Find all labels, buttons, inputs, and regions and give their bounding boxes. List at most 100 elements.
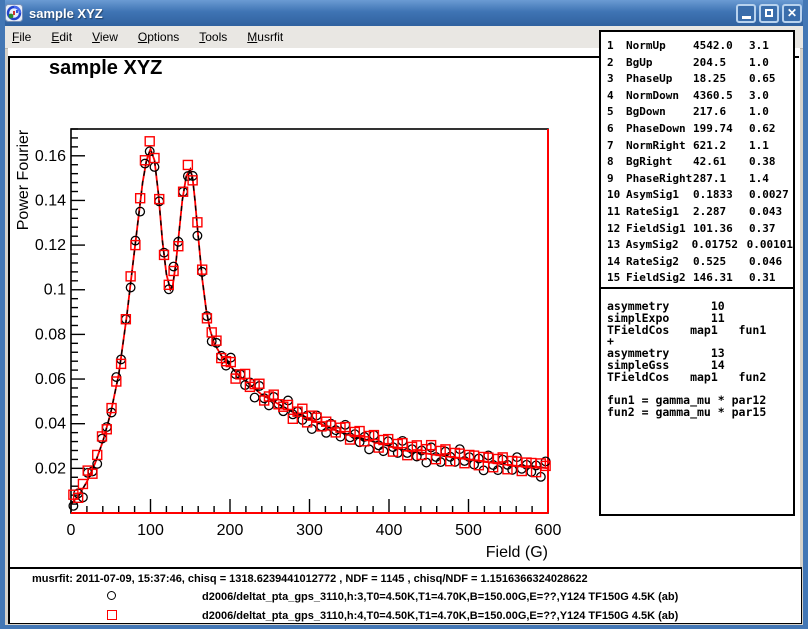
- param-name: PhaseDown: [626, 121, 693, 138]
- param-error: 0.043: [749, 204, 782, 221]
- param-name: BgRight: [626, 154, 693, 171]
- param-value: 0.01752: [692, 237, 747, 254]
- title-bar[interactable]: sample XYZ ✕: [0, 0, 808, 26]
- param-value: 0.525: [693, 254, 749, 271]
- legend-label: d2006/deltat_pta_gps_3110,h:4,T0=4.50K,T…: [202, 610, 678, 622]
- param-row: 5BgDown217.61.0: [607, 104, 793, 121]
- param-error: 1.0: [749, 104, 769, 121]
- param-row: 12FieldSig1101.360.37: [607, 221, 793, 238]
- menu-view[interactable]: View: [84, 27, 126, 47]
- svg-text:100: 100: [137, 522, 164, 539]
- param-row: 4NormDown4360.53.0: [607, 88, 793, 105]
- param-row: 14RateSig20.5250.046: [607, 254, 793, 271]
- param-name: PhaseRight: [626, 171, 693, 188]
- param-value: 204.5: [693, 55, 749, 72]
- svg-text:0.02: 0.02: [35, 460, 66, 477]
- svg-text:0.12: 0.12: [35, 237, 66, 254]
- svg-text:0.1: 0.1: [44, 282, 66, 299]
- svg-text:600: 600: [535, 522, 562, 539]
- param-value: 42.61: [693, 154, 749, 171]
- circle-marker-icon: [107, 591, 116, 600]
- minimize-button[interactable]: [736, 4, 756, 23]
- param-error: 0.31: [749, 270, 776, 287]
- param-value: 621.2: [693, 138, 749, 155]
- param-error: 0.38: [749, 154, 776, 171]
- param-name: BgDown: [626, 104, 693, 121]
- param-error: 1.1: [749, 138, 769, 155]
- param-row: 9PhaseRight287.11.4: [607, 171, 793, 188]
- musrfit-status-line: musrfit: 2011-07-09, 15:37:46, chisq = 1…: [32, 573, 588, 585]
- param-error: 0.00101: [747, 237, 793, 254]
- param-row: 10AsymSig10.18330.0027: [607, 187, 793, 204]
- param-value: 101.36: [693, 221, 749, 238]
- param-num: 1: [607, 38, 626, 55]
- param-row: 3PhaseUp18.250.65: [607, 71, 793, 88]
- theory-line: TFieldCos map1 fun1: [607, 325, 793, 337]
- param-num: 5: [607, 104, 626, 121]
- param-name: AsymSig1: [626, 187, 693, 204]
- param-value: 4542.0: [693, 38, 749, 55]
- svg-text:0.04: 0.04: [35, 416, 66, 433]
- root-logo-icon: [5, 4, 23, 22]
- svg-text:0.06: 0.06: [35, 371, 66, 388]
- param-num: 3: [607, 71, 626, 88]
- svg-text:500: 500: [455, 522, 482, 539]
- param-error: 0.37: [749, 221, 776, 238]
- param-value: 0.1833: [693, 187, 749, 204]
- param-error: 1.4: [749, 171, 769, 188]
- param-row: 11RateSig12.2870.043: [607, 204, 793, 221]
- svg-text:sample XYZ: sample XYZ: [49, 57, 162, 79]
- app-window: sample XYZ ✕ FileEditViewOptionsToolsMus…: [0, 0, 808, 629]
- close-icon: ✕: [787, 7, 797, 19]
- status-legend-box: musrfit: 2011-07-09, 15:37:46, chisq = 1…: [8, 567, 802, 624]
- param-num: 14: [607, 254, 626, 271]
- close-button[interactable]: ✕: [782, 4, 802, 23]
- svg-text:200: 200: [217, 522, 244, 539]
- param-value: 18.25: [693, 71, 749, 88]
- param-name: PhaseUp: [626, 71, 693, 88]
- param-error: 0.0027: [749, 187, 789, 204]
- param-num: 12: [607, 221, 626, 238]
- menu-tools[interactable]: Tools: [191, 27, 235, 47]
- param-value: 287.1: [693, 171, 749, 188]
- param-num: 7: [607, 138, 626, 155]
- param-error: 0.65: [749, 71, 776, 88]
- minimize-icon: [742, 16, 751, 19]
- maximize-button[interactable]: [759, 4, 779, 23]
- param-name: RateSig2: [626, 254, 693, 271]
- window-title: sample XYZ: [29, 6, 103, 21]
- svg-text:Power Fourier: Power Fourier: [15, 129, 32, 230]
- menu-edit[interactable]: Edit: [43, 27, 80, 47]
- legend-label: d2006/deltat_pta_gps_3110,h:3,T0=4.50K,T…: [202, 591, 678, 603]
- legend-row: d2006/deltat_pta_gps_3110,h:3,T0=4.50K,T…: [10, 589, 801, 605]
- param-value: 2.287: [693, 204, 749, 221]
- param-value: 146.31: [693, 270, 749, 287]
- param-name: NormUp: [626, 38, 693, 55]
- svg-text:0.08: 0.08: [35, 326, 66, 343]
- param-name: NormRight: [626, 138, 693, 155]
- param-value: 199.74: [693, 121, 749, 138]
- menu-options[interactable]: Options: [130, 27, 187, 47]
- param-num: 8: [607, 154, 626, 171]
- param-value: 4360.5: [693, 88, 749, 105]
- param-row: 2BgUp204.51.0: [607, 55, 793, 72]
- menu-file[interactable]: File: [4, 27, 39, 47]
- param-num: 6: [607, 121, 626, 138]
- param-name: AsymSig2: [626, 237, 692, 254]
- theory-line: TFieldCos map1 fun2: [607, 372, 793, 384]
- svg-text:Field (G): Field (G): [486, 544, 548, 561]
- param-num: 11: [607, 204, 626, 221]
- svg-text:0.16: 0.16: [35, 148, 66, 165]
- param-error: 0.62: [749, 121, 776, 138]
- param-name: FieldSig2: [626, 270, 693, 287]
- param-row: 7NormRight621.21.1: [607, 138, 793, 155]
- param-num: 9: [607, 171, 626, 188]
- param-row: 8BgRight42.610.38: [607, 154, 793, 171]
- square-marker-icon: [107, 610, 117, 620]
- param-row: 15FieldSig2146.310.31: [607, 270, 793, 287]
- param-num: 13: [607, 237, 626, 254]
- param-name: RateSig1: [626, 204, 693, 221]
- param-row: 13AsymSig20.017520.00101: [607, 237, 793, 254]
- menu-musrfit[interactable]: Musrfit: [239, 27, 291, 47]
- legend-row: d2006/deltat_pta_gps_3110,h:4,T0=4.50K,T…: [10, 608, 801, 624]
